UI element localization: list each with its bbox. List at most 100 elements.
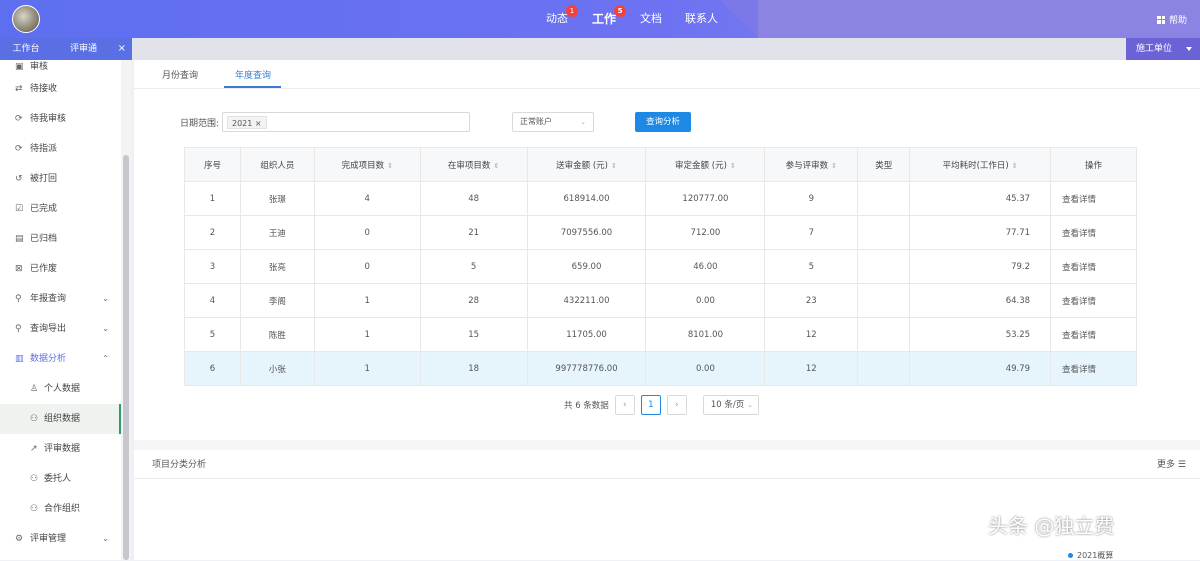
sidebar-item-label: 数据分析 [30, 354, 67, 364]
sort-icon[interactable]: ⇕ [493, 162, 499, 170]
view-details-link[interactable]: 查看详情 [1050, 351, 1137, 386]
table-cell: 45.37 [909, 181, 1052, 216]
sidebar-item[interactable]: ↗ 评审数据 [0, 434, 121, 464]
page-size-select[interactable]: 10 条/页 ⌄ [702, 395, 759, 415]
avatar[interactable] [12, 5, 40, 33]
column-header: 组织人员 [239, 147, 315, 182]
scrollbar-thumb[interactable] [123, 155, 129, 560]
account-select[interactable]: 正常账户 ⌄ [512, 112, 594, 132]
column-header[interactable]: 完成项目数 ⇕ [313, 147, 421, 182]
table-row[interactable]: 5 陈胜 1 15 11705.00 8101.00 12 53.25 查看详情 [184, 317, 1137, 352]
nav-label: 联系人 [685, 12, 718, 25]
table-cell: 1 [313, 283, 421, 318]
page-number-button[interactable]: 1 [640, 395, 661, 415]
column-header-label: 参与评审数 [785, 160, 829, 171]
sort-icon[interactable]: ⇕ [387, 162, 393, 170]
sidebar-item[interactable]: ☑ 已完成 [0, 194, 121, 224]
sort-icon[interactable]: ⇕ [730, 162, 736, 170]
sidebar-item[interactable]: ⟳ 待我审核 [0, 104, 121, 134]
sidebar-item[interactable]: ⚲ 年报查询 ⌄ [0, 284, 121, 314]
divider [134, 478, 1200, 479]
nav-contacts[interactable]: 联系人 [685, 0, 718, 38]
tab-review[interactable]: 评审通 × [52, 38, 132, 60]
table-cell: 8101.00 [645, 317, 766, 352]
sort-icon[interactable]: ⇕ [831, 162, 837, 170]
table-row[interactable]: 6 小张 1 18 997778776.00 0.00 12 49.79 查看详情 [184, 351, 1137, 386]
nav-work[interactable]: 工作 5 [592, 0, 627, 38]
table-cell: 5 [419, 249, 528, 284]
sidebar-item[interactable]: ⇄ 待接收 [0, 74, 121, 104]
sidebar-item[interactable]: ▤ 已归档 [0, 224, 121, 254]
sidebar-item-label: 待我审核 [30, 114, 67, 124]
sidebar-item[interactable]: ⟳ 待指派 [0, 134, 121, 164]
date-range-input[interactable]: 2021 × [222, 112, 470, 132]
view-details-link[interactable]: 查看详情 [1050, 283, 1137, 318]
sidebar-item-label: 待接收 [30, 84, 58, 94]
column-header[interactable]: 在审项目数 ⇕ [419, 147, 528, 182]
tag-close-icon[interactable]: × [255, 119, 262, 128]
prev-page-button[interactable]: ‹ [614, 395, 635, 415]
pagination: 共 6 条数据 ‹ 1 › 10 条/页 ⌄ [564, 395, 759, 415]
table-row[interactable]: 4 李阁 1 28 432211.00 0.00 23 64.38 查看详情 [184, 283, 1137, 318]
sidebar-item-label: 被打回 [30, 174, 58, 184]
table-row[interactable]: 1 张璟 4 48 618914.00 120777.00 9 45.37 查看详情 [184, 181, 1137, 216]
sort-icon[interactable]: ⇕ [611, 162, 617, 170]
tab-workbench[interactable]: 工作台 [0, 38, 52, 60]
table-cell: 2 [184, 215, 241, 250]
chevron-down-icon: ⌄ [746, 401, 753, 409]
column-header-label: 完成项目数 [341, 160, 385, 171]
sidebar-item-label: 查询导出 [30, 324, 67, 334]
column-header[interactable]: 平均耗时(工作日) ⇕ [909, 147, 1052, 182]
unit-dropdown[interactable]: 施工单位 [1126, 38, 1200, 60]
nav-dynamics[interactable]: 动态 1 [546, 0, 578, 38]
query-analysis-button[interactable]: 查询分析 [635, 112, 691, 132]
column-header: 序号 [184, 147, 241, 182]
column-header[interactable]: 送审金额 (元) ⇕ [526, 147, 647, 182]
view-details-link[interactable]: 查看详情 [1050, 181, 1137, 216]
sidebar-item[interactable]: ▥ 数据分析 ⌃ [0, 344, 121, 374]
sidebar-item[interactable]: ⚇ 委托人 [0, 464, 121, 494]
subtab-monthly[interactable]: 月份查询 [162, 68, 198, 81]
sidebar-item[interactable]: ♙ 个人数据 [0, 374, 121, 404]
chevron-down-icon: ⌄ [102, 294, 109, 303]
sort-icon[interactable]: ⇕ [1012, 162, 1018, 170]
sidebar-item[interactable]: ⚲ 查询导出 ⌄ [0, 314, 121, 344]
more-link[interactable]: 更多 ☰ [1157, 457, 1186, 470]
sidebar-item[interactable]: ↺ 被打回 [0, 164, 121, 194]
table-cell: 23 [764, 283, 859, 318]
view-details-link[interactable]: 查看详情 [1050, 249, 1137, 284]
sidebar-item-label: 审核 [30, 62, 49, 72]
nav-docs[interactable]: 文档 [640, 0, 662, 38]
table-cell [857, 351, 911, 386]
table-cell: 6 [184, 351, 241, 386]
watermark: 头条 @独立费 [988, 514, 1115, 538]
help-button[interactable]: 帮助 [1157, 13, 1187, 26]
column-header-label: 组织人员 [260, 160, 295, 171]
chart-legend[interactable]: 2021概算 [1068, 550, 1113, 561]
date-tag[interactable]: 2021 × [227, 116, 267, 129]
sidebar-item[interactable]: ⚇ 合作组织 [0, 494, 121, 524]
table-cell: 120777.00 [645, 181, 766, 216]
sidebar-item[interactable]: ⚙ 评审管理 ⌄ [0, 524, 121, 554]
sidebar-item[interactable]: ⊠ 已作废 [0, 254, 121, 284]
group-icon: ⚇ [30, 414, 39, 424]
column-header[interactable]: 审定金额 (元) ⇕ [645, 147, 766, 182]
table-row[interactable]: 3 张亮 0 5 659.00 46.00 5 79.2 查看详情 [184, 249, 1137, 284]
sidebar-item[interactable]: ⚇ 组织数据 [0, 404, 121, 434]
next-page-button[interactable]: › [666, 395, 687, 415]
close-icon[interactable]: × [118, 38, 126, 60]
table-cell: 4 [184, 283, 241, 318]
view-details-link[interactable]: 查看详情 [1050, 215, 1137, 250]
view-details-link[interactable]: 查看详情 [1050, 317, 1137, 352]
nav-badge: 1 [566, 5, 578, 17]
column-header: 类型 [857, 147, 911, 182]
table-cell: 12 [764, 351, 859, 386]
sidebar-scrollbar[interactable] [121, 60, 131, 560]
table-row[interactable]: 2 王迪 0 21 7097556.00 712.00 7 77.71 查看详情 [184, 215, 1137, 250]
column-header[interactable]: 参与评审数 ⇕ [764, 147, 859, 182]
sidebar-item-label: 待指派 [30, 144, 58, 154]
subtab-yearly[interactable]: 年度查询 [235, 68, 271, 81]
sidebar-item-label: 个人数据 [44, 384, 81, 394]
table-header-row: 序号 组织人员 完成项目数 ⇕ 在审项目数 ⇕ 送审金额 (元) ⇕ 审定金额 (元) ⇕ 参与评审… [184, 147, 1137, 182]
table-cell: 陈胜 [239, 317, 315, 352]
